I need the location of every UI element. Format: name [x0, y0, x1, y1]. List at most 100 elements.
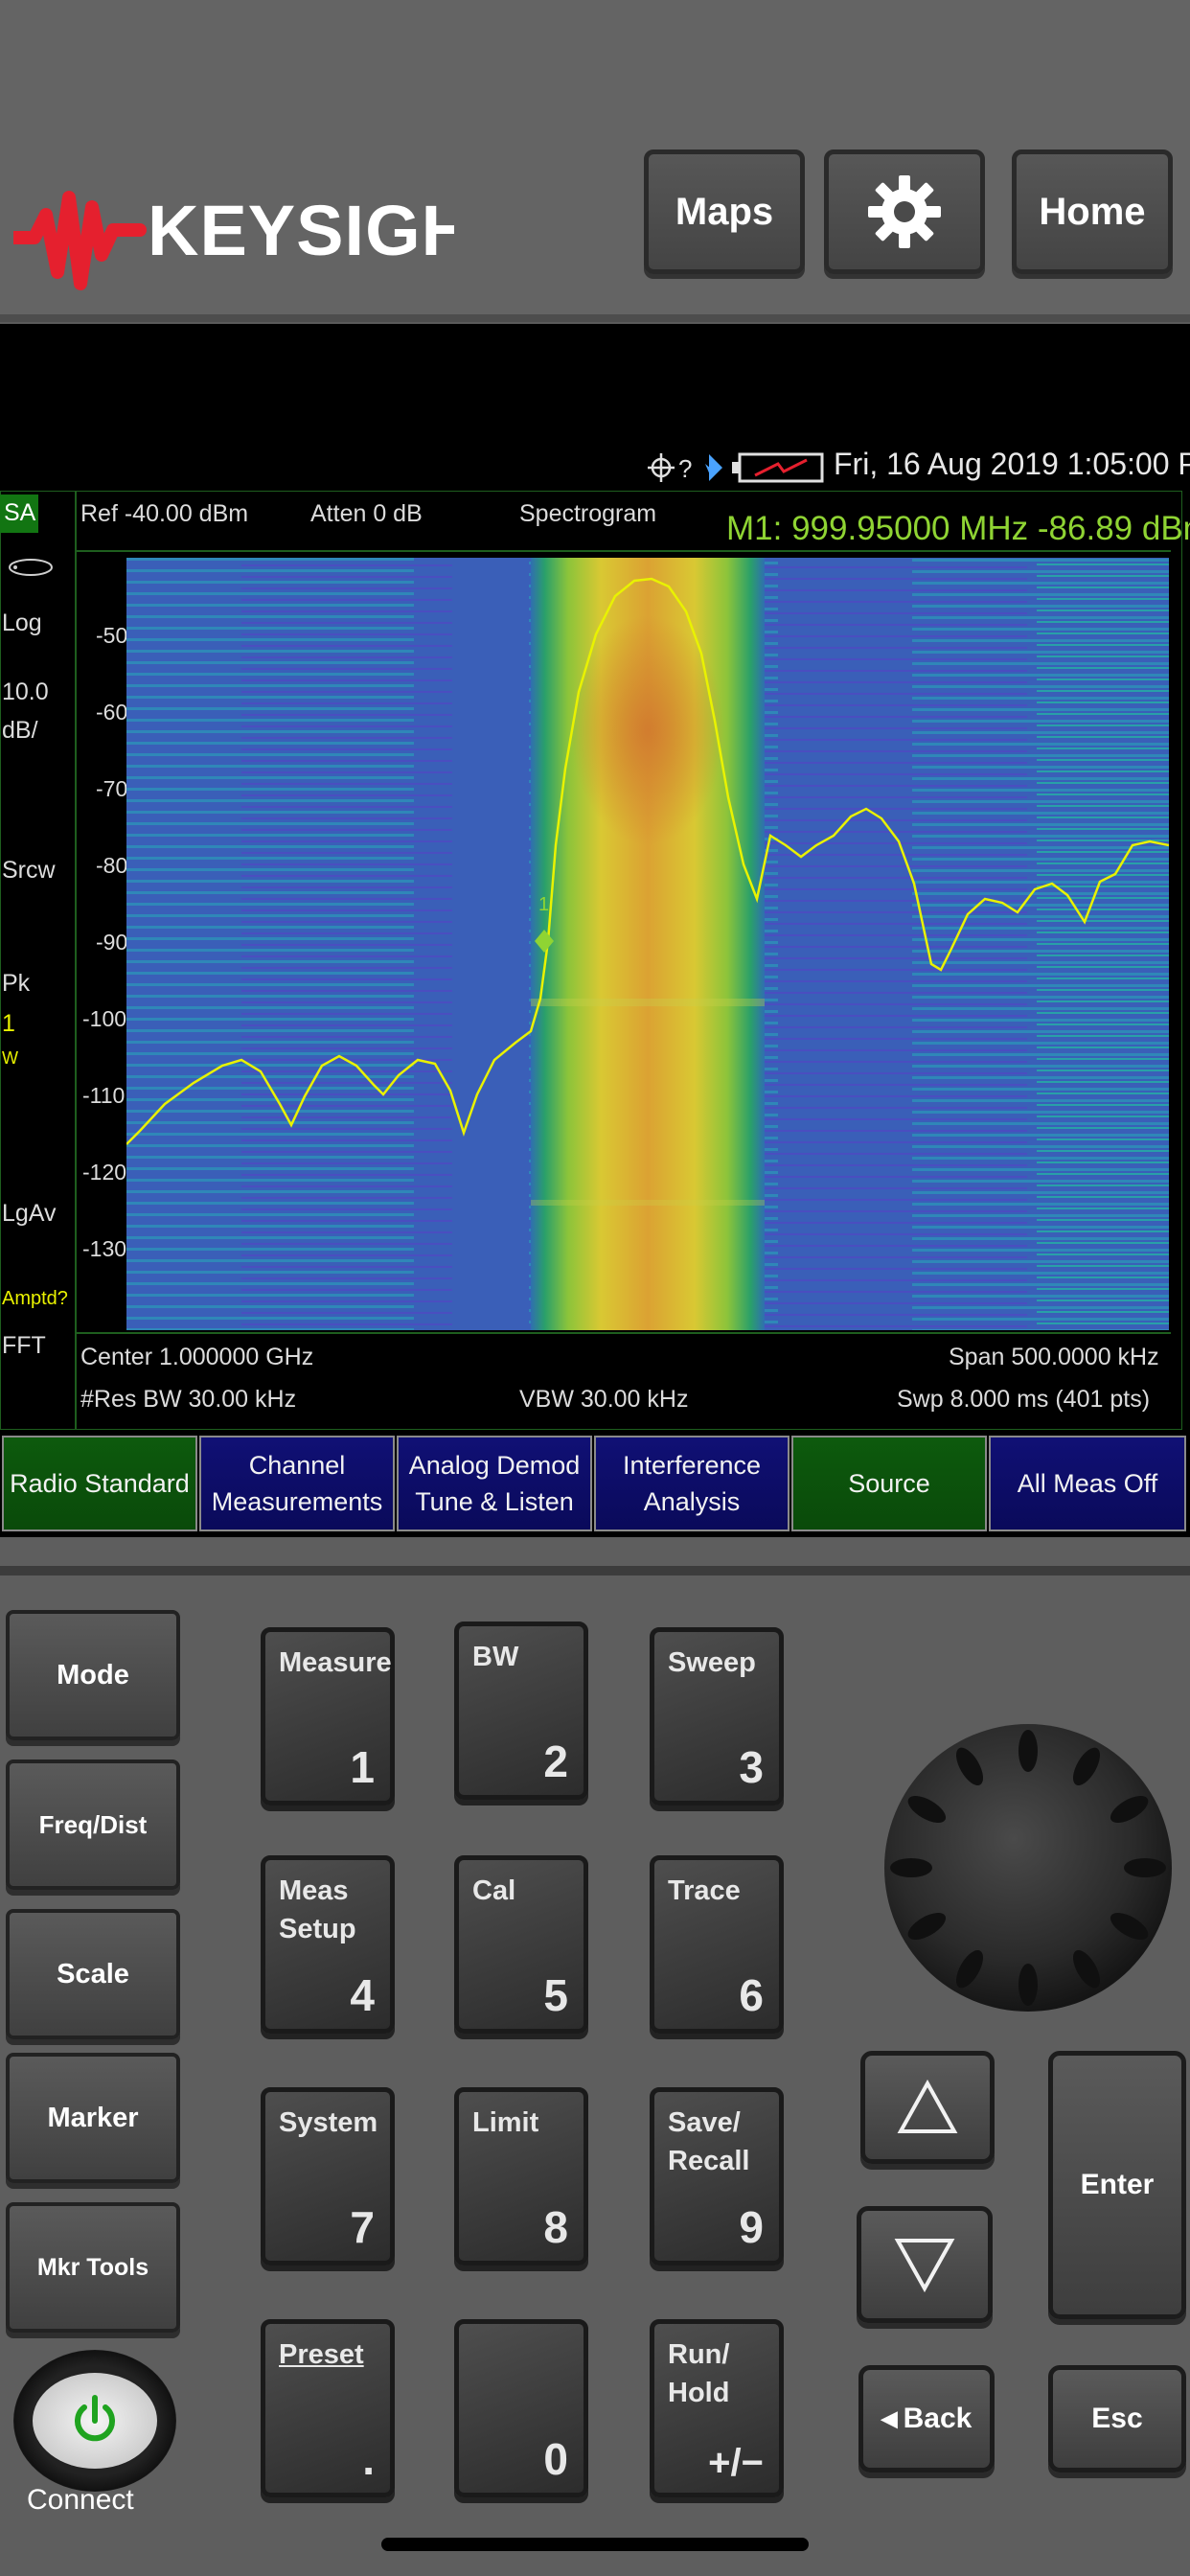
y-tick: -120 — [82, 1160, 127, 1184]
spectrogram-plot: 1 — [126, 558, 1169, 1330]
keysight-logo: KEYSIGHT — [7, 159, 516, 303]
scale-type: Log — [2, 610, 42, 636]
marker-readout: M1: 999.95000 MHz -86.89 dBm — [726, 510, 1190, 547]
softkey-channel-measurements[interactable]: Channel Measurements — [199, 1436, 395, 1531]
back-key[interactable]: ◀ Back — [858, 2365, 995, 2472]
triangle-up-icon — [897, 2080, 958, 2133]
home-button[interactable]: Home — [1012, 150, 1173, 274]
home-indicator[interactable] — [381, 2538, 809, 2551]
detector: Pk — [2, 970, 31, 997]
frequency-span: Span 500.0000 kHz — [949, 1344, 1159, 1370]
cal-key[interactable]: Cal 5 — [454, 1855, 588, 2034]
up-arrow-key[interactable] — [860, 2051, 995, 2164]
gps-status-text: ? — [678, 454, 692, 483]
softkey-radio-standard[interactable]: Radio Standard — [2, 1436, 197, 1531]
trace-key[interactable]: Trace 6 — [650, 1855, 784, 2034]
bw-key[interactable]: BW 2 — [454, 1622, 588, 1800]
status-datetime: Fri, 16 Aug 2019 1:05:00 PM — [834, 447, 1190, 481]
down-arrow-key[interactable] — [857, 2206, 993, 2323]
battery-icon — [732, 452, 824, 483]
y-tick: -100 — [82, 1006, 127, 1031]
softkey-label: Measurements — [211, 1487, 383, 1516]
knob-notch — [1018, 1964, 1038, 2006]
back-label: Back — [903, 2403, 973, 2434]
measure-key[interactable]: Measure 1 — [261, 1627, 395, 1806]
save-recall-key[interactable]: Save/ Recall 9 — [650, 2087, 784, 2266]
softkey-label: All Meas Off — [1017, 1469, 1158, 1498]
key-number: . — [362, 2434, 375, 2484]
system-key[interactable]: System 7 — [261, 2087, 395, 2266]
key-label: Measure — [279, 1647, 392, 1678]
softkey-label: Radio Standard — [10, 1469, 190, 1498]
connect-label: Connect — [27, 2484, 134, 2516]
key-label: Limit — [472, 2107, 539, 2138]
rotary-knob[interactable] — [881, 1721, 1175, 2014]
key-number: 6 — [739, 1970, 764, 2020]
keysight-wave-icon: KEYSIGHT — [7, 191, 516, 290]
mkr-tools-key[interactable]: Mkr Tools — [6, 2202, 180, 2333]
back-chevron-icon: ◀ — [881, 2406, 898, 2430]
marker-key[interactable]: Marker — [6, 2053, 180, 2183]
key-number: 5 — [543, 1970, 568, 2020]
softkey-label: Interference — [622, 1451, 762, 1480]
sweep-key[interactable]: Sweep 3 — [650, 1627, 784, 1806]
meas-setup-key[interactable]: Meas Setup 4 — [261, 1855, 395, 2034]
y-tick: -110 — [82, 1083, 126, 1108]
power-button[interactable] — [33, 2373, 157, 2469]
mode-key[interactable]: Mode — [6, 1610, 180, 1740]
trace-type: W — [2, 1048, 18, 1068]
key-label: Meas Setup — [279, 1875, 356, 1944]
gear-icon — [868, 175, 941, 248]
softkey-all-meas-off[interactable]: All Meas Off — [989, 1436, 1186, 1531]
amptd-status: Amptd? — [2, 1288, 68, 1309]
run-hold-key[interactable]: Run/ Hold +/− — [650, 2319, 784, 2497]
left-rule — [75, 491, 77, 1430]
limit-key[interactable]: Limit 8 — [454, 2087, 588, 2266]
status-icons: ? — [648, 452, 824, 483]
sweep-time: Swp 8.000 ms (401 pts) — [897, 1386, 1151, 1413]
center-frequency: Center 1.000000 GHz — [80, 1344, 314, 1370]
freq-dist-key[interactable]: Freq/Dist — [6, 1760, 180, 1890]
key-label: Save/ Recall — [668, 2107, 750, 2176]
key-number: 9 — [739, 2202, 764, 2252]
view-name: Spectrogram — [519, 500, 657, 527]
y-tick: -80 — [96, 853, 128, 878]
scale-key[interactable]: Scale — [6, 1909, 180, 2039]
key-label: System — [279, 2107, 378, 2138]
esc-key[interactable]: Esc — [1048, 2365, 1186, 2472]
trace-number: 1 — [2, 1010, 15, 1037]
y-tick: -50 — [96, 623, 128, 648]
key-label: Run/ Hold — [668, 2339, 730, 2408]
resolution-bandwidth: #Res BW 30.00 kHz — [80, 1386, 297, 1413]
y-tick: -60 — [96, 700, 128, 724]
settings-button[interactable] — [824, 150, 985, 274]
footer-rule — [75, 1332, 1171, 1334]
softkey-interference-analysis[interactable]: Interference Analysis — [594, 1436, 790, 1531]
y-tick: -70 — [96, 776, 128, 801]
key-label: Sweep — [668, 1647, 756, 1678]
enter-key[interactable]: Enter — [1048, 2051, 1186, 2319]
key-label: Trace — [668, 1875, 741, 1906]
key-label: Cal — [472, 1875, 516, 1906]
mode-indicator: SA — [4, 499, 36, 526]
maps-button[interactable]: Maps — [644, 150, 805, 274]
sweep-mode: Srcw — [2, 857, 56, 884]
header-rule — [75, 550, 1171, 552]
key-number: 4 — [350, 1970, 375, 2020]
video-bandwidth: VBW 30.00 kHz — [519, 1386, 689, 1413]
preamp-icon — [9, 559, 53, 576]
key-label: BW — [472, 1642, 519, 1672]
zero-key[interactable]: 0 — [454, 2319, 588, 2497]
key-number: 7 — [350, 2202, 375, 2252]
preset-key[interactable]: Preset. — [261, 2319, 395, 2497]
bluetooth-icon — [705, 454, 722, 481]
knob-notch — [1124, 1858, 1166, 1877]
key-number: 0 — [543, 2434, 568, 2484]
softkey-label: Tune & Listen — [415, 1487, 574, 1516]
softkey-source[interactable]: Source — [791, 1436, 987, 1531]
attenuation: Atten 0 dB — [310, 500, 423, 527]
header-divider — [0, 314, 1190, 322]
softkey-analog-demod[interactable]: Analog Demod Tune & Listen — [397, 1436, 592, 1531]
softkey-label: Channel — [248, 1451, 346, 1480]
knob-notch — [890, 1858, 932, 1877]
